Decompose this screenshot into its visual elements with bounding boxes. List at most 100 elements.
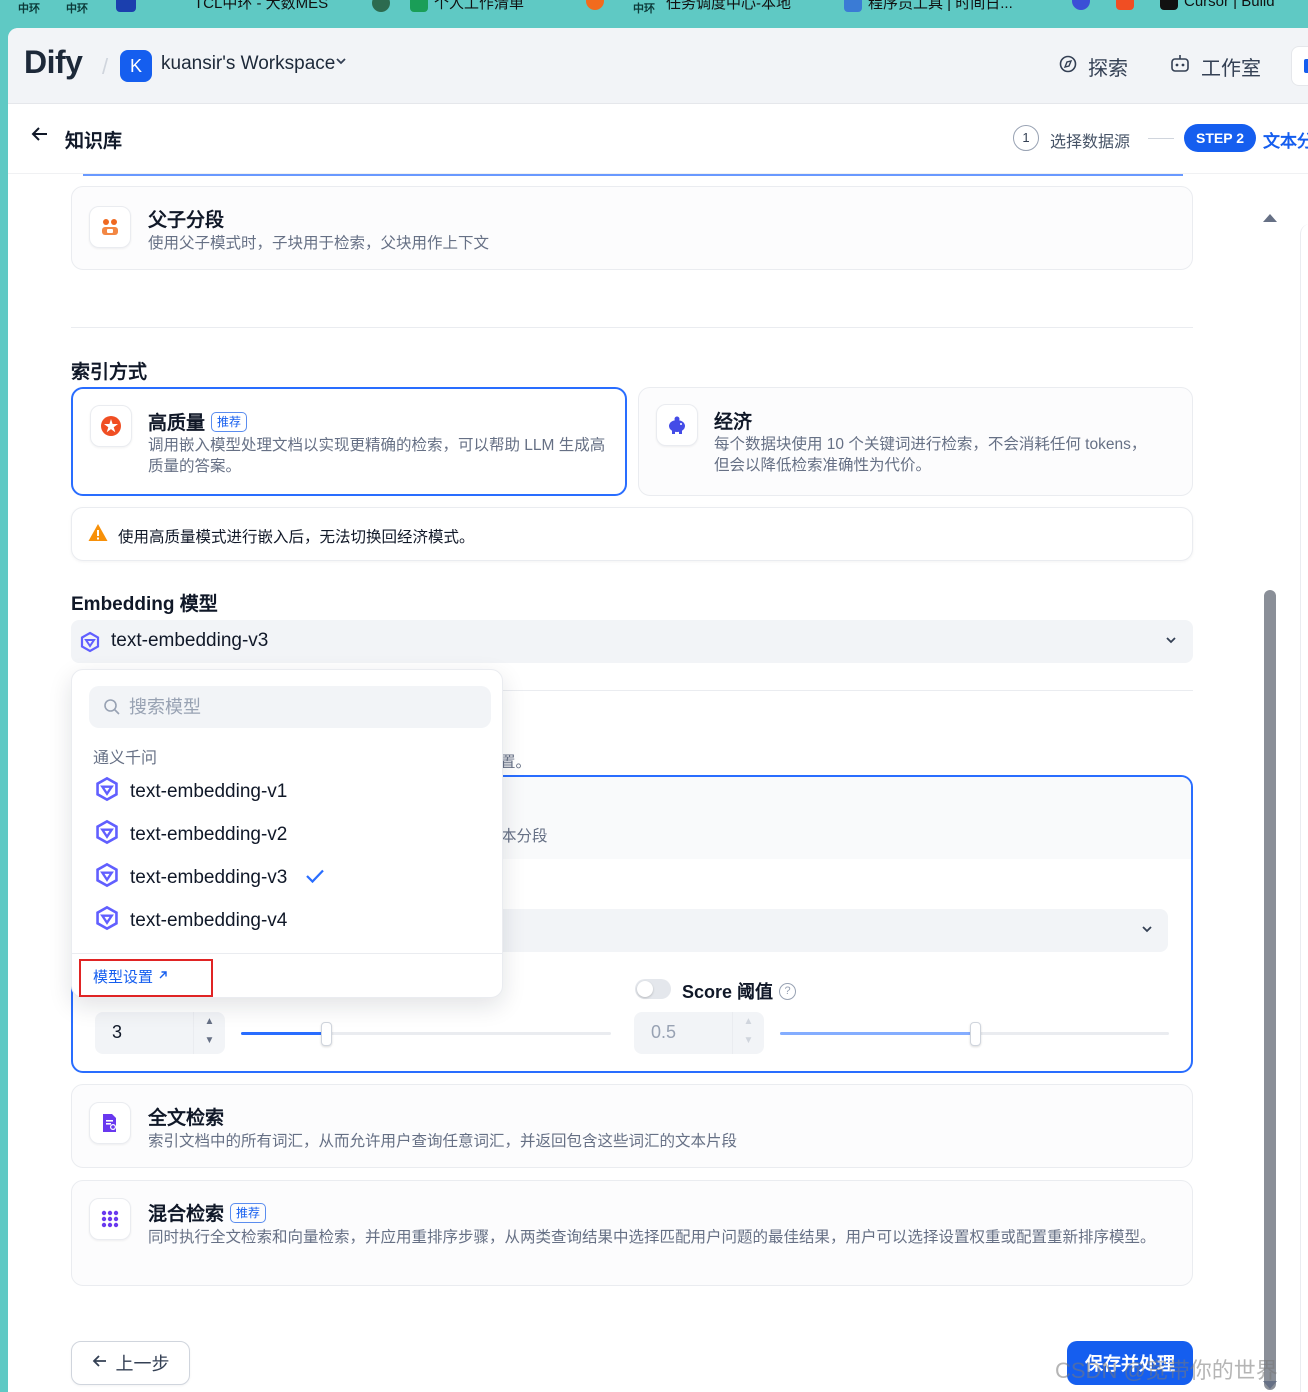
retrieval-hint-text: 置。	[500, 754, 532, 771]
high-quality-icon	[90, 405, 132, 447]
nav-explore-label: 探索	[1088, 58, 1128, 80]
model-option-selected[interactable]: text-embedding-v3	[82, 858, 494, 898]
dropdown-footer-divider	[72, 953, 502, 954]
divider-slash: /	[102, 54, 109, 79]
step-2-label: 文本分	[1263, 132, 1308, 151]
economy-option[interactable]: 经济 每个数据块使用 10 个关键词进行检索，不会消耗任何 tokens，但会以…	[638, 387, 1193, 496]
grid-dots-icon	[89, 1198, 131, 1240]
parent-child-title: 父子分段	[148, 210, 225, 231]
nav-studio[interactable]: 工作室	[1169, 52, 1261, 81]
compass-icon	[1058, 54, 1078, 80]
hybrid-desc: 同时执行全文检索和向量检索，并应用重排序步骤，从两类查询结果中选择匹配用户问题的…	[148, 1229, 1156, 1246]
chevron-down-icon[interactable]	[334, 54, 348, 71]
piggy-bank-icon	[656, 404, 698, 446]
model-option[interactable]: text-embedding-v2	[82, 815, 494, 855]
bookmark-item[interactable]: 个人工作清单	[372, 0, 524, 13]
qwen-model-icon	[94, 905, 120, 937]
top-k-input[interactable]: 3 ▲ ▼	[95, 1012, 225, 1054]
bookmark-label: Cursor | Build	[1184, 0, 1275, 10]
previous-step-button[interactable]: 上一步	[71, 1341, 190, 1385]
bookmark-item[interactable]: 中环	[18, 0, 40, 16]
economy-desc: 每个数据块使用 10 个关键词进行检索，不会消耗任何 tokens，但会以降低检…	[714, 436, 1147, 474]
score-threshold-slider[interactable]	[780, 1022, 1169, 1046]
step-2-pill: STEP 2	[1184, 124, 1256, 152]
bookmark-item[interactable]	[586, 0, 604, 10]
score-threshold-label-row: Score 阈值 ?	[682, 978, 797, 1004]
qwen-model-icon	[79, 631, 101, 658]
bookmark-item[interactable]: Cursor | Build	[1072, 0, 1275, 10]
bookmark-icon	[1116, 0, 1134, 10]
warning-text: 使用高质量模式进行嵌入后，无法切换回经济模式。	[118, 529, 475, 546]
bookmark-label: 任务调度中心-本地	[666, 0, 791, 12]
stepper-arrows-icon[interactable]: ▲ ▼	[732, 1012, 764, 1054]
bookmark-label: 中环	[18, 3, 40, 15]
score-slider-thumb[interactable]	[969, 1022, 981, 1046]
model-option[interactable]: text-embedding-v4	[82, 901, 494, 941]
section-divider	[503, 690, 1193, 691]
dify-logo[interactable]: Dify	[24, 44, 83, 81]
chevron-down-icon	[1164, 633, 1178, 650]
bookmark-item[interactable]: 任务调度中心-本地	[666, 0, 791, 13]
scrollbar-thumb[interactable]	[1264, 590, 1276, 1390]
provider-group-label: 通义千问	[93, 750, 158, 767]
step-1-indicator: 1	[1013, 125, 1039, 151]
top-navigation: Dify / K kuansir's Workspace 探索 工作室	[8, 28, 1308, 104]
recommended-badge: 推荐	[230, 1202, 267, 1223]
back-arrow-icon[interactable]	[30, 124, 50, 150]
sheets-icon	[410, 0, 428, 12]
hybrid-search-option[interactable]: 混合检索 推荐 同时执行全文检索和向量检索，并应用重排序步骤，从两类查询结果中选…	[71, 1180, 1193, 1286]
nav-studio-label: 工作室	[1201, 58, 1261, 80]
bookmark-item[interactable]: TCL中环 - 大数MES	[116, 0, 328, 13]
model-search-field[interactable]	[89, 686, 491, 728]
model-option-label: text-embedding-v1	[130, 781, 288, 802]
embedding-model-label: Embedding 模型	[71, 594, 218, 615]
workspace-avatar[interactable]: K	[120, 50, 152, 82]
scroll-up-arrow-icon[interactable]	[1263, 214, 1277, 222]
parent-child-icon	[89, 206, 131, 248]
economy-title: 经济	[714, 412, 753, 433]
page-title[interactable]: 知识库	[65, 126, 122, 153]
bookmark-label: TCL中环 - 大数MES	[194, 0, 329, 12]
qwen-model-icon	[94, 776, 120, 808]
high-quality-desc: 调用嵌入模型处理文档以实现更精确的检索，可以帮助 LLM 生成高质量的答案。	[148, 437, 606, 475]
top-k-slider-thumb[interactable]	[321, 1022, 333, 1046]
high-quality-title-row: 高质量 推荐	[148, 408, 248, 435]
parent-child-chunk-option[interactable]: 父子分段 使用父子模式时，子块用于检索，父块用作上下文	[71, 186, 1193, 270]
main-content: 父子分段 使用父子模式时，子块用于检索，父块用作上下文 索引方式 高质量 推荐 …	[8, 174, 1308, 1392]
help-icon[interactable]: ?	[779, 982, 797, 1000]
fulltext-search-option[interactable]: 全文检索 索引文档中的所有词汇，从而允许用户查询任意词汇，并返回包含这些词汇的文…	[71, 1084, 1193, 1168]
workspace-switcher[interactable]: kuansir's Workspace	[161, 53, 335, 75]
score-threshold-toggle[interactable]	[635, 979, 671, 999]
previous-step-label: 上一步	[115, 1354, 170, 1374]
arrow-left-icon	[92, 1353, 108, 1374]
stepper-arrows-icon[interactable]: ▲ ▼	[193, 1012, 225, 1054]
score-slider-fill	[780, 1032, 975, 1035]
qwen-model-icon	[94, 819, 120, 851]
high-quality-option[interactable]: 高质量 推荐 调用嵌入模型处理文档以实现更精确的检索，可以帮助 LLM 生成高质…	[71, 387, 627, 496]
annotation-highlight-box	[79, 959, 213, 997]
top-k-slider[interactable]	[241, 1022, 611, 1046]
nav-knowledge-tab[interactable]	[1291, 46, 1308, 86]
bookmark-item[interactable]: 中环	[633, 0, 655, 16]
bookmark-item[interactable]: 中环	[66, 0, 88, 16]
fulltext-title: 全文检索	[148, 1108, 225, 1129]
model-search-input[interactable]	[129, 686, 479, 728]
check-icon	[305, 867, 325, 890]
score-threshold-input[interactable]: 0.5 ▲ ▼	[634, 1012, 764, 1054]
model-option[interactable]: text-embedding-v1	[82, 772, 494, 812]
chevron-down-icon	[1140, 922, 1154, 939]
step-connector	[1148, 138, 1174, 139]
nav-explore[interactable]: 探索	[1058, 52, 1128, 81]
bookmark-icon	[372, 0, 390, 12]
section-divider	[71, 327, 1193, 328]
embedding-model-select[interactable]: text-embedding-v3	[71, 620, 1193, 663]
bookmark-label: 中环	[66, 3, 88, 15]
embedding-selected-value: text-embedding-v3	[111, 630, 269, 651]
warning-icon	[88, 523, 108, 548]
bookmark-label: 个人工作清单	[434, 0, 525, 12]
hybrid-title-row: 混合检索 推荐	[148, 1199, 267, 1226]
score-threshold-value: 0.5	[651, 1022, 677, 1042]
bookmark-item[interactable]: 程序员工具 | 时间日...	[844, 0, 1013, 13]
step-1-label[interactable]: 选择数据源	[1050, 128, 1130, 152]
right-side-panel-edge	[1300, 224, 1308, 1392]
